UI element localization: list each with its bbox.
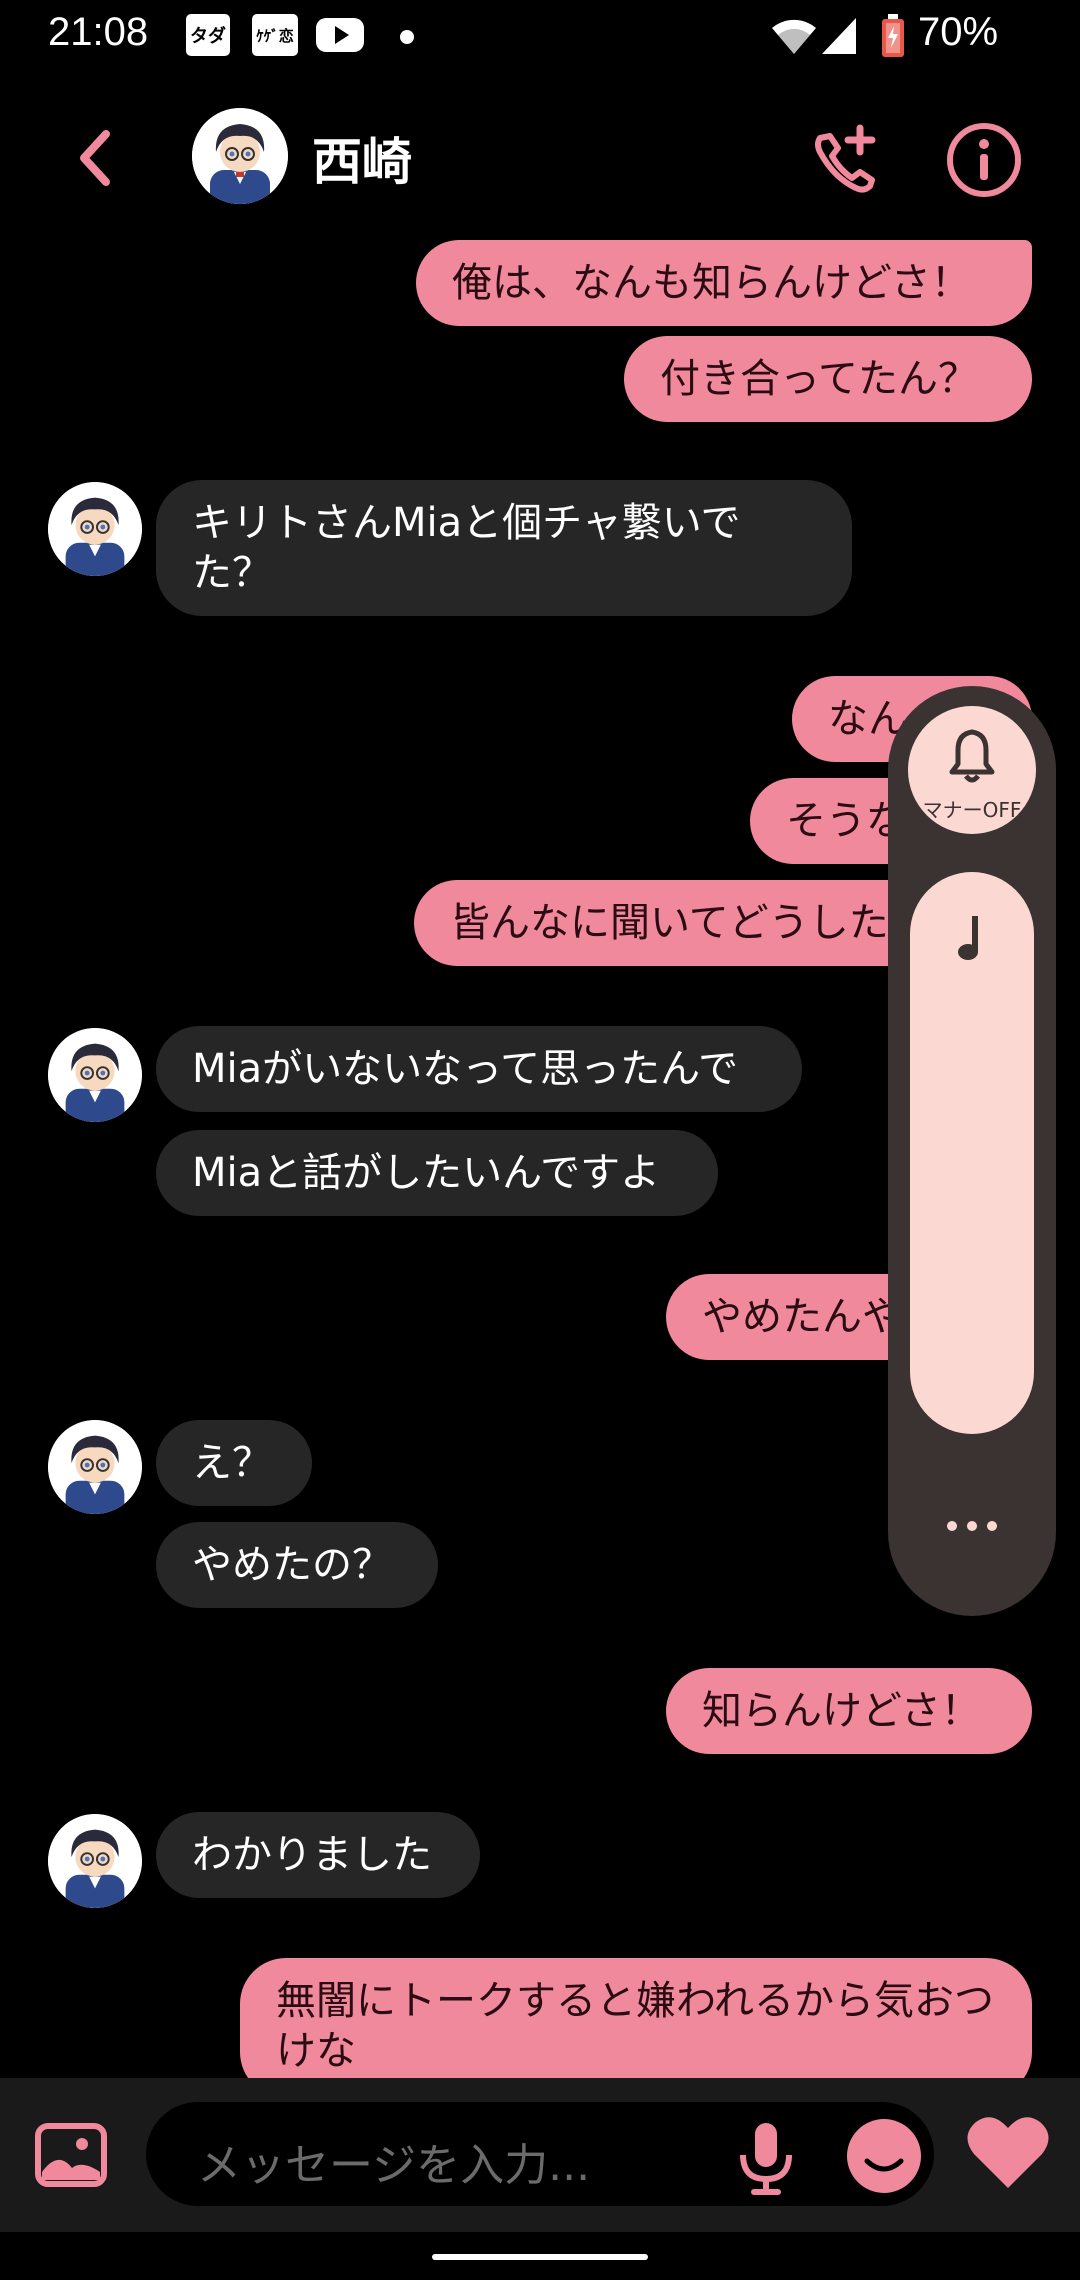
sender-avatar[interactable] xyxy=(48,1814,142,1908)
chat-header: 西崎 xyxy=(0,100,1080,220)
more-volume-options-button[interactable] xyxy=(928,1506,1016,1546)
emoji-button[interactable] xyxy=(847,2119,921,2193)
signal-icon xyxy=(820,16,858,60)
input-bar: メッセージを入力... xyxy=(0,2078,1080,2232)
message-incoming[interactable]: Miaと話がしたいんですよ xyxy=(156,1130,718,1216)
ringer-mode-button[interactable]: マナーOFF xyxy=(908,706,1036,834)
status-bar: 21:08 タダ ｹｹﾞ恋 70% xyxy=(0,0,1080,72)
media-volume-slider[interactable] xyxy=(910,872,1034,1434)
image-icon xyxy=(35,2123,107,2187)
ringer-mode-label: マナーOFF xyxy=(922,798,1022,822)
bell-icon xyxy=(949,729,995,783)
voice-input-button[interactable] xyxy=(731,2119,801,2199)
battery-percent: 70% xyxy=(918,10,999,54)
smiley-icon xyxy=(864,2158,904,2172)
kegekoi-app-icon: ｹｹﾞ恋 xyxy=(252,14,298,56)
volume-panel: マナーOFF xyxy=(888,686,1056,1616)
music-note-icon xyxy=(958,916,978,960)
message-incoming[interactable]: わかりました xyxy=(156,1812,480,1898)
info-icon xyxy=(947,123,1021,197)
more-icon xyxy=(947,1521,957,1531)
tada-app-icon: タダ xyxy=(186,14,230,56)
contact-avatar[interactable] xyxy=(192,108,288,204)
more-notifications-dot xyxy=(400,30,414,44)
battery-icon xyxy=(880,14,906,62)
gallery-button[interactable] xyxy=(34,2122,108,2188)
message-input[interactable]: メッセージを入力... xyxy=(146,2102,934,2206)
info-button[interactable] xyxy=(944,120,1024,200)
add-call-button[interactable] xyxy=(806,120,886,200)
sender-avatar[interactable] xyxy=(48,1420,142,1514)
message-outgoing[interactable]: 無闇にトークすると嫌われるから気おつけな xyxy=(240,1958,1032,2078)
message-input-placeholder: メッセージを入力... xyxy=(197,2140,591,2191)
status-time: 21:08 xyxy=(48,10,149,54)
message-outgoing[interactable]: 知らんけどさ！ xyxy=(666,1668,1032,1754)
message-outgoing[interactable]: 俺は、なんも知らんけどさ！ xyxy=(416,240,1032,326)
message-incoming[interactable]: キリトさんMiaと個チャ繋いでた？ xyxy=(156,480,852,616)
sender-avatar[interactable] xyxy=(48,482,142,576)
wifi-icon xyxy=(770,16,818,60)
youtube-icon xyxy=(316,14,364,60)
sender-avatar[interactable] xyxy=(48,1028,142,1122)
heart-icon xyxy=(967,2117,1049,2188)
message-incoming[interactable]: Miaがいないなって思ったんで xyxy=(156,1026,802,1112)
message-incoming[interactable]: え？ xyxy=(156,1420,312,1506)
back-chevron-icon xyxy=(80,130,110,186)
contact-name[interactable]: 西崎 xyxy=(312,122,412,194)
microphone-icon xyxy=(740,2123,792,2195)
message-incoming[interactable]: やめたの？ xyxy=(156,1522,438,1608)
message-outgoing[interactable]: 付き合ってたん？ xyxy=(624,336,1032,422)
home-indicator[interactable] xyxy=(432,2254,648,2260)
back-button[interactable] xyxy=(66,128,126,188)
add-call-icon xyxy=(815,124,876,193)
like-button[interactable] xyxy=(964,2112,1052,2192)
